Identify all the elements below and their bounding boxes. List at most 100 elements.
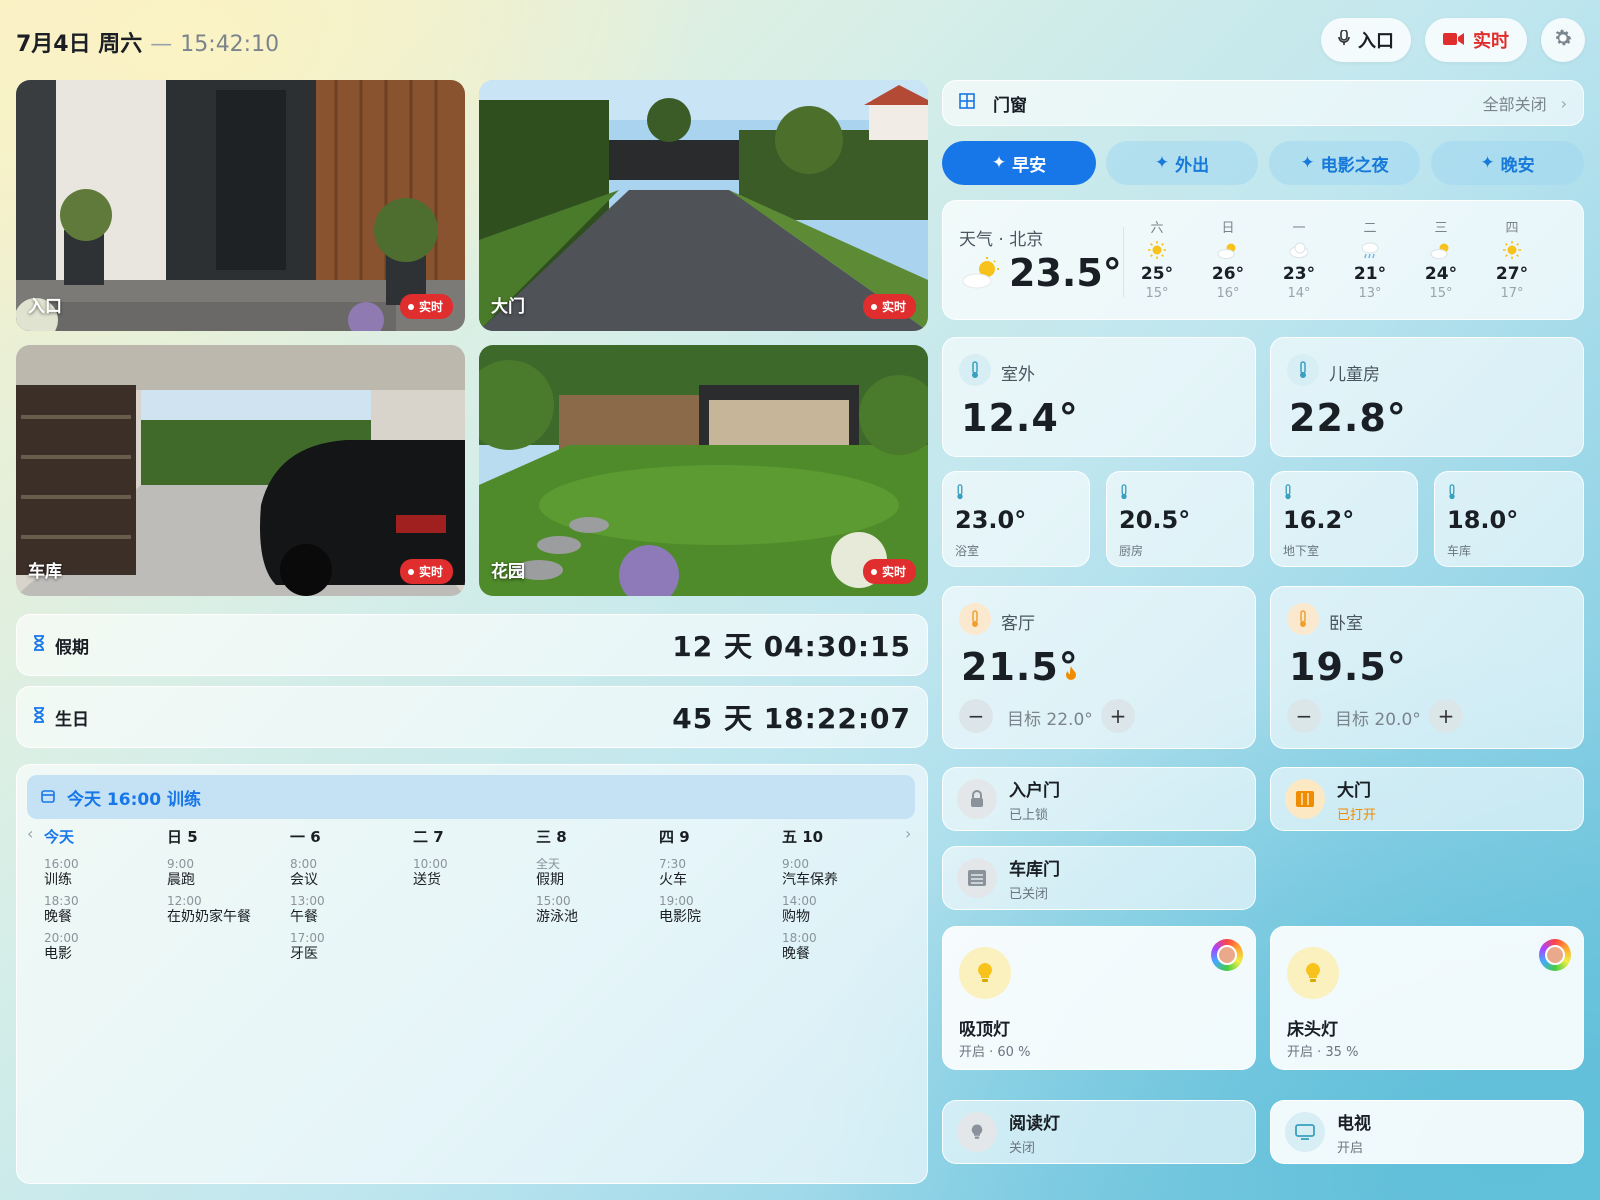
entrance-intercom-button[interactable]: 入口 <box>1321 18 1411 62</box>
forecast-high: 26° <box>1211 264 1245 284</box>
event-time: 18:30 <box>44 894 79 908</box>
scene-button-good-night[interactable]: ✦ 晚安 <box>1431 141 1584 185</box>
device-name: 阅读灯 <box>1009 1113 1060 1134</box>
calendar-event[interactable]: 14:00 购物 <box>782 894 902 927</box>
calendar-event[interactable]: 20:00 电影 <box>44 931 164 964</box>
calendar-day-label: 今天 <box>44 828 75 846</box>
light-ceiling[interactable]: 吸顶灯 开启 · 60 % <box>942 926 1256 1070</box>
device-reading-lamp[interactable]: 阅读灯 关闭 <box>942 1100 1256 1164</box>
hourglass-icon <box>33 707 45 727</box>
clock-text: 15:42:10 <box>180 32 280 57</box>
calendar-day-column: 四 9 7:30 火车 19:00 电影院 <box>659 826 779 931</box>
device-tv[interactable]: 电视 开启 <box>1270 1100 1584 1164</box>
door-gate[interactable]: 大门 已打开 <box>1270 767 1584 831</box>
live-dot-icon <box>407 303 414 310</box>
camera-entrance[interactable]: 入口 实时 <box>16 80 465 331</box>
event-time: 15:00 <box>536 894 571 908</box>
thermometer-icon <box>959 603 991 635</box>
event-time: 17:00 <box>290 931 325 945</box>
calendar-event[interactable]: 8:00 会议 <box>290 857 410 890</box>
calendar-event[interactable]: 19:00 电影院 <box>659 894 779 927</box>
increase-target-button[interactable]: + <box>1101 699 1135 733</box>
windows-bar[interactable]: 门窗 全部关闭 › <box>942 80 1584 126</box>
thermometer-icon <box>955 484 965 504</box>
calendar-day-column: 三 8 全天 假期 15:00 游泳池 <box>536 826 656 931</box>
lightbulb-icon <box>957 1112 997 1152</box>
temp-card-kids-room: 儿童房 22.8° <box>1270 337 1584 457</box>
temp-value: 18.0° <box>1447 506 1519 534</box>
forecast-weekday: 二 <box>1363 221 1377 236</box>
calendar-day-label: 三 8 <box>536 828 567 846</box>
thermometer-icon <box>1119 484 1129 504</box>
forecast-day: 一 23° 14° <box>1267 217 1331 301</box>
thermometer-icon <box>959 354 991 386</box>
event-time: 9:00 <box>167 857 194 871</box>
calendar-day-label: 二 7 <box>413 828 444 846</box>
close-all-button[interactable]: 全部关闭 <box>1483 91 1547 115</box>
scene-button-away[interactable]: ✦ 外出 <box>1106 141 1258 185</box>
calendar-event[interactable]: 18:30 晚餐 <box>44 894 164 927</box>
event-name: 晚餐 <box>44 909 72 925</box>
calendar-event[interactable]: 15:00 游泳池 <box>536 894 656 927</box>
camera-garden-image <box>479 345 928 596</box>
door-front[interactable]: 入户门 已上锁 <box>942 767 1256 831</box>
calendar-event[interactable]: 9:00 晨跑 <box>167 857 287 890</box>
forecast-high: 21° <box>1353 264 1387 284</box>
settings-button[interactable] <box>1541 18 1585 62</box>
calendar-event[interactable]: 12:00 在奶奶家午餐 <box>167 894 287 927</box>
calendar-event[interactable]: 16:00 训练 <box>44 857 164 890</box>
decrease-target-button[interactable]: − <box>959 699 993 733</box>
thermometer-icon <box>1287 354 1319 386</box>
sparkle-icon: ✦ <box>1154 153 1170 173</box>
forecast-day: 二 21° 13° <box>1338 217 1402 301</box>
color-picker-icon[interactable] <box>1211 939 1243 971</box>
calendar-event[interactable]: 9:00 汽车保养 <box>782 857 902 890</box>
camera-garage[interactable]: 车库 实时 <box>16 345 465 596</box>
event-name: 牙医 <box>290 946 318 962</box>
temp-name: 地下室 <box>1283 544 1320 558</box>
decrease-target-button[interactable]: − <box>1287 699 1321 733</box>
calendar-event[interactable]: 18:00 晚餐 <box>782 931 902 964</box>
camera-garden[interactable]: 花园 实时 <box>479 345 928 596</box>
thermometer-icon <box>1287 603 1319 635</box>
live-label: 实时 <box>1473 31 1509 52</box>
calendar-event[interactable]: 全天 假期 <box>536 857 656 890</box>
calendar-event[interactable]: 13:00 午餐 <box>290 894 410 927</box>
temp-name: 儿童房 <box>1329 365 1380 385</box>
camera-label: 车库 <box>28 562 62 582</box>
thermostat-target: 目标 20.0° <box>1335 710 1421 730</box>
thermostat-target: 目标 22.0° <box>1007 710 1093 730</box>
increase-target-button[interactable]: + <box>1429 699 1463 733</box>
camera-label: 入口 <box>28 297 62 317</box>
scene-button-movie-night[interactable]: ✦ 电影之夜 <box>1269 141 1420 185</box>
event-name: 火车 <box>659 872 687 888</box>
door-garage[interactable]: 车库门 已关闭 <box>942 846 1256 910</box>
temp-value: 12.4° <box>961 396 1079 440</box>
forecast-high: 27° <box>1495 264 1529 284</box>
calendar-banner-text: 今天 16:00 训练 <box>67 789 201 810</box>
calendar-event[interactable]: 17:00 牙医 <box>290 931 410 964</box>
camera-entrance-image <box>16 80 465 331</box>
cloud-icon <box>1267 238 1331 262</box>
calendar-event[interactable]: 10:00 送货 <box>413 857 533 890</box>
live-button[interactable]: 实时 <box>1425 18 1527 62</box>
calendar-event[interactable]: 7:30 火车 <box>659 857 779 890</box>
thermostat-bedroom: 卧室 19.5° − 目标 20.0° + <box>1270 586 1584 749</box>
light-bedside[interactable]: 床头灯 开启 · 35 % <box>1270 926 1584 1070</box>
forecast-day: 日 26° 16° <box>1196 217 1260 301</box>
calendar-prev-icon[interactable]: ‹ <box>27 824 33 843</box>
countdown-value: 45 天 18:22:07 <box>672 702 911 735</box>
calendar-next-icon[interactable]: › <box>905 824 911 843</box>
countdown-vacation: 假期 12 天 04:30:15 <box>16 614 928 676</box>
event-name: 晨跑 <box>167 872 195 888</box>
device-name: 电视 <box>1337 1113 1371 1134</box>
calendar-day-column: 二 7 10:00 送货 <box>413 826 533 894</box>
scene-button-morning[interactable]: ✦ 早安 <box>942 141 1096 185</box>
calendar-day-column: 今天 16:00 训练 18:30 晚餐 20:00 电影 <box>44 826 164 968</box>
color-picker-icon[interactable] <box>1539 939 1571 971</box>
calendar-banner[interactable]: 今天 16:00 训练 <box>27 775 915 819</box>
live-badge-text: 实时 <box>418 300 443 314</box>
camera-gate[interactable]: 大门 实时 <box>479 80 928 331</box>
temp-card-bathroom: 23.0° 浴室 <box>942 471 1090 567</box>
chevron-right-icon: › <box>1560 93 1567 113</box>
